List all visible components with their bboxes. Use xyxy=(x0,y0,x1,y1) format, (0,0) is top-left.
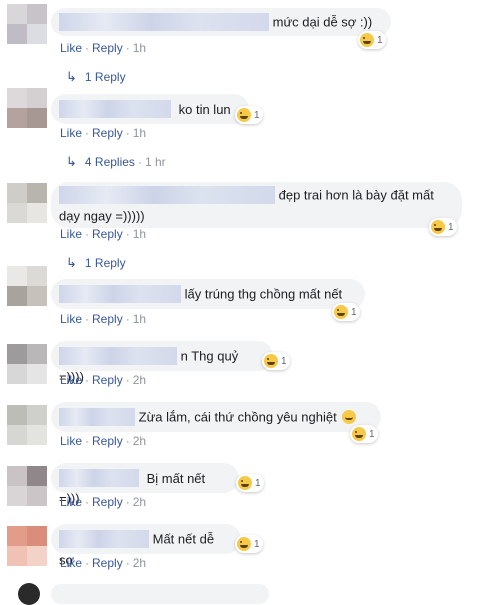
view-replies-link[interactable]: ↳ 1 Reply xyxy=(66,69,126,85)
comment-bubble: ko tin lun xyxy=(51,94,249,124)
reaction-count: 1 xyxy=(351,306,357,318)
comment-text-line-2: dạy ngay =))))) xyxy=(59,208,145,224)
reply-link[interactable]: Reply xyxy=(92,41,123,55)
avatar[interactable] xyxy=(7,344,47,384)
comment-text: đẹp trai hơn là bày đặt mất xyxy=(278,187,434,203)
comment-bubble: n Thg quỷ =)))) xyxy=(51,341,273,384)
like-link[interactable]: Like xyxy=(60,373,82,387)
redacted-name xyxy=(59,185,275,204)
comment-actions: Like · Reply · 1h xyxy=(60,312,147,326)
reply-link[interactable]: Reply xyxy=(92,227,123,241)
reaction-count: 1 xyxy=(254,109,260,121)
comment-bubble-partial xyxy=(51,584,269,604)
avatar[interactable] xyxy=(7,4,47,44)
reaction-badge[interactable]: 1 xyxy=(358,31,386,49)
haha-emoji-icon xyxy=(352,427,366,441)
comment-text: lấy trúng thg chồng mất nết xyxy=(184,286,343,302)
redacted-name xyxy=(59,99,171,118)
reaction-count: 1 xyxy=(255,477,261,489)
comment-actions: Like · Reply · 2h xyxy=(60,556,147,570)
avatar[interactable] xyxy=(7,266,47,306)
comment-actions: Like · Reply · 2h xyxy=(60,495,147,509)
view-replies-link[interactable]: ↳ 4 Replies · 1 hr xyxy=(66,154,166,170)
like-link[interactable]: Like xyxy=(60,495,82,509)
like-link[interactable]: Like xyxy=(60,41,82,55)
comment-bubble: đẹp trai hơn là bày đặt mất dạy ngay =))… xyxy=(51,182,462,228)
redacted-name xyxy=(59,468,139,487)
haha-emoji-icon xyxy=(360,33,374,47)
like-link[interactable]: Like xyxy=(60,227,82,241)
comment-actions: Like · Reply · 1h xyxy=(60,227,147,241)
timestamp[interactable]: 1h xyxy=(133,312,146,326)
like-link[interactable]: Like xyxy=(60,556,82,570)
reaction-badge[interactable]: 1 xyxy=(332,303,360,321)
reaction-badge[interactable]: 1 xyxy=(262,352,290,370)
view-replies-link[interactable]: ↳ 1 Reply xyxy=(66,255,126,271)
timestamp[interactable]: 1h xyxy=(133,41,146,55)
comment-actions: Like · Reply · 1h xyxy=(60,41,147,55)
haha-emoji-icon xyxy=(431,220,445,234)
reaction-badge[interactable]: 1 xyxy=(235,106,263,124)
timestamp[interactable]: 2h xyxy=(133,556,146,570)
haha-emoji-icon xyxy=(334,305,348,319)
avatar-partial[interactable] xyxy=(18,583,40,605)
reply-link[interactable]: Reply xyxy=(92,312,123,326)
avatar[interactable] xyxy=(7,466,47,506)
comment-actions: Like · Reply · 1h xyxy=(60,126,147,140)
comment-bubble: Mất nết dễ sợ xyxy=(51,524,241,567)
comment-actions: Like · Reply · 2h xyxy=(60,434,147,448)
timestamp[interactable]: 1h xyxy=(133,126,146,140)
reaction-badge[interactable]: 1 xyxy=(350,425,378,443)
reaction-count: 1 xyxy=(369,428,375,440)
redacted-name xyxy=(59,529,149,548)
reaction-count: 1 xyxy=(448,221,454,233)
comment-text: mức dại dễ sợ :)) xyxy=(272,14,373,30)
reaction-badge[interactable]: 1 xyxy=(429,218,457,236)
reply-arrow-icon: ↳ xyxy=(66,255,77,270)
reply-link[interactable]: Reply xyxy=(92,556,123,570)
avatar[interactable] xyxy=(7,405,47,445)
haha-emoji-icon xyxy=(237,108,251,122)
like-link[interactable]: Like xyxy=(60,126,82,140)
reply-link[interactable]: Reply xyxy=(92,126,123,140)
avatar[interactable] xyxy=(7,526,47,566)
timestamp[interactable]: 2h xyxy=(133,373,146,387)
haha-emoji-icon xyxy=(237,537,251,551)
reply-arrow-icon: ↳ xyxy=(66,154,77,169)
reply-link[interactable]: Reply xyxy=(92,373,123,387)
redacted-name xyxy=(59,346,177,365)
timestamp[interactable]: 2h xyxy=(133,434,146,448)
reaction-count: 1 xyxy=(281,355,287,367)
haha-emoji-icon xyxy=(238,476,252,490)
reply-arrow-icon: ↳ xyxy=(66,69,77,84)
comment-text: Zừa lắm, cái thứ chồng yêu nghiệt xyxy=(138,409,337,425)
reaction-count: 1 xyxy=(254,538,260,550)
smile-emoji-icon xyxy=(342,409,357,424)
haha-emoji-icon xyxy=(264,354,278,368)
comment-text: ko tin lun xyxy=(178,101,231,117)
like-link[interactable]: Like xyxy=(60,434,82,448)
comment-actions: Like · Reply · 2h xyxy=(60,373,147,387)
reaction-badge[interactable]: 1 xyxy=(235,535,263,553)
comment-bubble: Zừa lắm, cái thứ chồng yêu nghiệt xyxy=(51,402,381,432)
avatar[interactable] xyxy=(7,88,47,128)
redacted-name xyxy=(59,407,135,426)
comment-bubble: lấy trúng thg chồng mất nết xyxy=(51,279,365,309)
like-link[interactable]: Like xyxy=(60,312,82,326)
reply-link[interactable]: Reply xyxy=(92,434,123,448)
redacted-name xyxy=(59,284,181,303)
comment-bubble: mức dại dễ sợ :)) xyxy=(51,8,391,36)
redacted-name xyxy=(59,12,269,31)
timestamp[interactable]: 2h xyxy=(133,495,146,509)
reaction-count: 1 xyxy=(377,34,383,46)
timestamp[interactable]: 1h xyxy=(133,227,146,241)
timestamp[interactable]: 1 hr xyxy=(145,155,166,169)
avatar[interactable] xyxy=(7,183,47,223)
reaction-badge[interactable]: 1 xyxy=(236,474,264,492)
reply-link[interactable]: Reply xyxy=(92,495,123,509)
comment-bubble: Bị mất nết =))) xyxy=(51,463,239,506)
